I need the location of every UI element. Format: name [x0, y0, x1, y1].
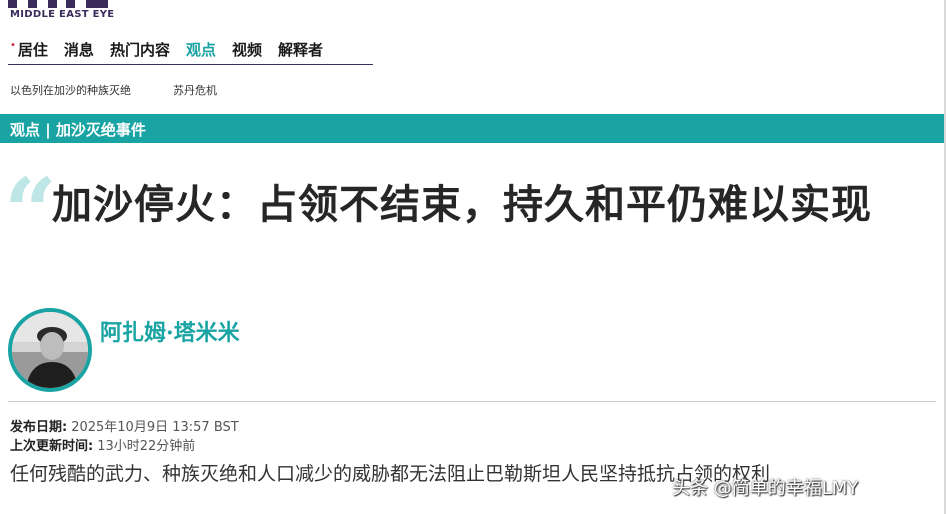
- published-label: 发布日期:: [10, 420, 68, 435]
- article-headline: 加沙停火：占领不结束，持久和平仍难以实现: [52, 181, 872, 228]
- author-avatar[interactable]: [8, 308, 92, 392]
- published-value: 2025年10月9日 13:57 BST: [71, 420, 239, 435]
- updated-date: 上次更新时间: 13小时22分钟前: [10, 435, 195, 454]
- live-dot-icon: •: [10, 39, 16, 51]
- nav-item-trending[interactable]: 热门内容: [110, 39, 170, 60]
- nav-item-opinion[interactable]: 观点: [186, 39, 216, 60]
- sub-nav: 以色列在加沙的种族灭绝 苏丹危机: [10, 82, 259, 98]
- published-date: 发布日期: 2025年10月9日 13:57 BST: [10, 416, 239, 435]
- meta-divider: [8, 401, 936, 402]
- section-breadcrumb[interactable]: 观点 | 加沙灭绝事件: [10, 119, 146, 140]
- author-photo-icon: [12, 312, 88, 388]
- quote-mark-icon: “: [4, 158, 57, 266]
- nav-item-video[interactable]: 视频: [232, 39, 262, 60]
- main-nav: • 居住 消息 热门内容 观点 视频 解释者: [10, 36, 339, 62]
- logo-text: MIDDLE EAST EYE: [10, 9, 115, 20]
- nav-item-news[interactable]: 消息: [64, 39, 94, 60]
- nav-divider: [8, 64, 373, 65]
- subnav-item-gaza-genocide[interactable]: 以色列在加沙的种族灭绝: [10, 82, 131, 98]
- nav-item-explainers[interactable]: 解释者: [278, 39, 323, 60]
- logo-mark-icon: [8, 0, 108, 8]
- site-logo[interactable]: MIDDLE EAST EYE: [8, 0, 118, 24]
- updated-label: 上次更新时间:: [10, 439, 94, 454]
- author-name[interactable]: 阿扎姆·塔米米: [100, 315, 240, 347]
- watermark-text: 头条 @简单的幸福LMY: [672, 478, 859, 499]
- section-band: 观点 | 加沙灭绝事件: [0, 114, 944, 143]
- nav-item-live[interactable]: 居住: [18, 39, 48, 60]
- updated-value: 13小时22分钟前: [97, 439, 196, 454]
- subnav-item-sudan-crisis[interactable]: 苏丹危机: [173, 82, 217, 98]
